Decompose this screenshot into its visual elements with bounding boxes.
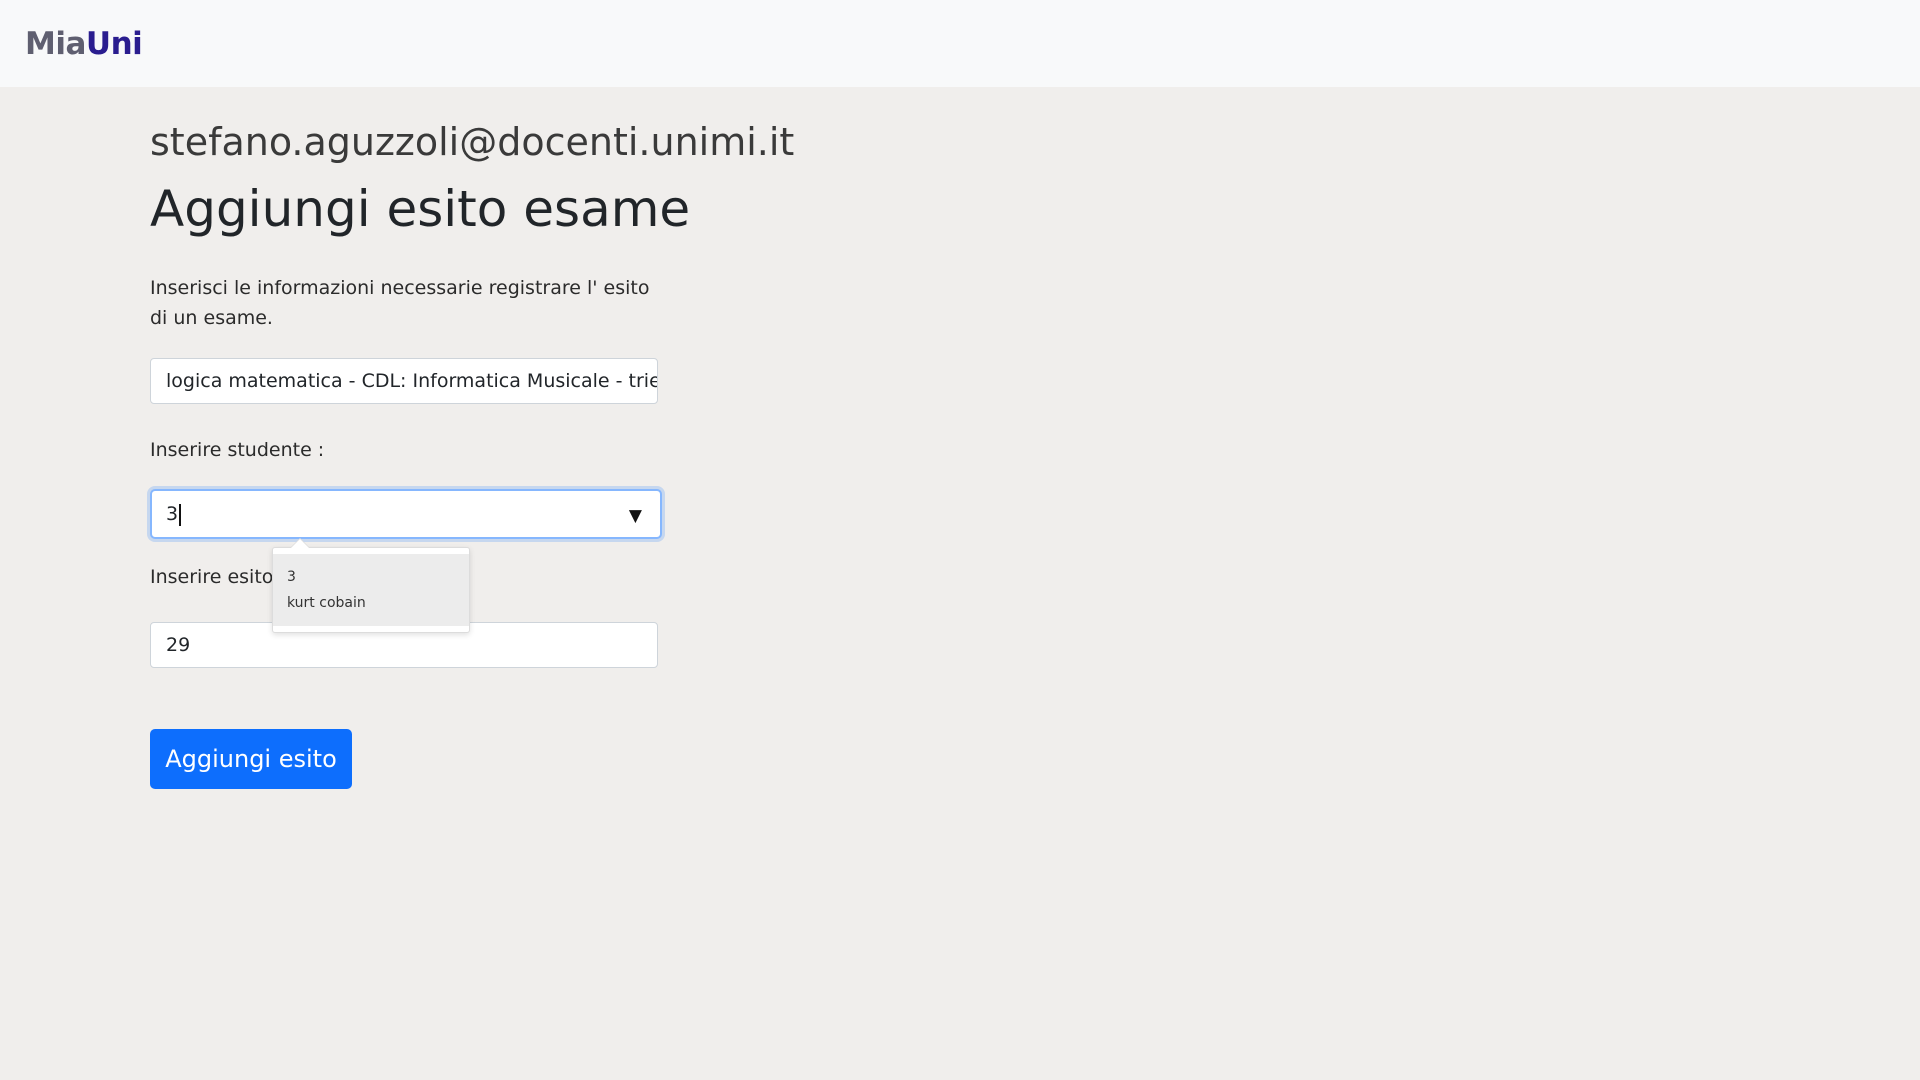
form-intro: Inserisci le informazioni necessarie reg…: [150, 277, 650, 329]
student-suggestions: 3 kurt cobain: [272, 547, 470, 633]
brand-mia: Mia: [25, 26, 86, 62]
brand-logo[interactable]: MiaUni: [25, 25, 143, 63]
student-select[interactable]: ▼: [150, 489, 662, 539]
exam-field-value: logica matematica - CDL: Informatica Mus…: [166, 370, 658, 392]
suggestion-item[interactable]: 3 kurt cobain: [273, 554, 469, 626]
suggestion-name: kurt cobain: [287, 595, 366, 611]
add-result-button[interactable]: Aggiungi esito: [150, 729, 352, 789]
text-cursor: [179, 504, 181, 526]
student-label: Inserire studente :: [150, 439, 325, 461]
navbar: MiaUni: [0, 0, 1920, 87]
suggestion-id: 3: [287, 569, 296, 585]
exam-field[interactable]: logica matematica - CDL: Informatica Mus…: [150, 358, 658, 404]
user-email: stefano.aguzzoli@docenti.unimi.it: [150, 120, 795, 164]
dropdown-arrow-icon[interactable]: ▼: [629, 507, 642, 525]
brand-uni: Uni: [85, 26, 143, 62]
student-input[interactable]: [166, 491, 606, 537]
page-title: Aggiungi esito esame: [150, 180, 691, 238]
